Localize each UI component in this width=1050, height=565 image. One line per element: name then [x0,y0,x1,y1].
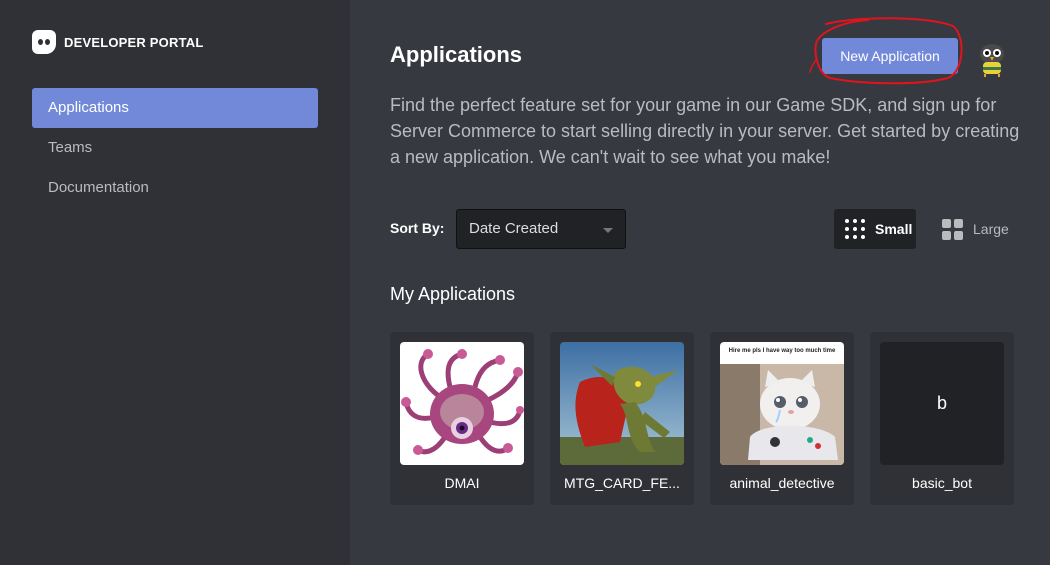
size-small-label: Small [875,221,913,237]
app-card-basic-bot[interactable]: b basic_bot [870,332,1014,505]
sidebar-item-applications[interactable]: Applications [32,88,318,128]
goblin-image [560,342,684,465]
app-initial-avatar: b [880,342,1004,465]
brand[interactable]: DEVELOPER PORTAL [32,30,203,54]
sidebar-item-teams[interactable]: Teams [32,128,318,168]
app-card-animal-detective[interactable]: Hire me pls I have way too much time ani… [710,332,854,505]
user-avatar[interactable] [972,38,1012,78]
app-name: DMAI [444,475,480,491]
page-description: Find the perfect feature set for your ga… [390,95,1020,167]
app-name: animal_detective [729,475,835,491]
app-card-dmai[interactable]: DMAI [390,332,534,505]
brand-title: DEVELOPER PORTAL [64,34,204,50]
my-applications-title: My Applications [390,284,516,304]
app-name: MTG_CARD_FE... [564,475,680,491]
large-grid-icon [942,218,963,240]
meme-caption: Hire me pls I have way too much time [728,348,836,354]
sort-dropdown[interactable]: Date Created [456,209,626,249]
sidebar-item-documentation[interactable]: Documentation [32,168,318,208]
small-grid-icon [845,219,865,239]
page-title: Applications [390,42,523,67]
size-small-button[interactable]: Small [834,209,916,249]
chevron-down-icon [603,228,613,233]
sidebar: DEVELOPER PORTAL Applications Teams Docu… [0,0,350,565]
app-name: basic_bot [912,475,972,491]
sidebar-nav: Applications Teams Documentation [32,88,318,208]
size-large-label: Large [973,221,1009,237]
app-card-mtg[interactable]: MTG_CARD_FE... [550,332,694,505]
sort-selected-value: Date Created [469,220,559,237]
crying-cat-gamer-image: Hire me pls I have way too much time [720,342,844,465]
sort-label: Sort By: [390,220,445,236]
new-application-button[interactable]: New Application [822,38,958,74]
discord-logo-icon [32,30,56,54]
app-grid: DMAI MTG_CARD_FE... Hire me pls I have w… [390,332,1014,505]
size-large-button[interactable]: Large [936,209,1009,249]
beholder-image [400,342,524,465]
